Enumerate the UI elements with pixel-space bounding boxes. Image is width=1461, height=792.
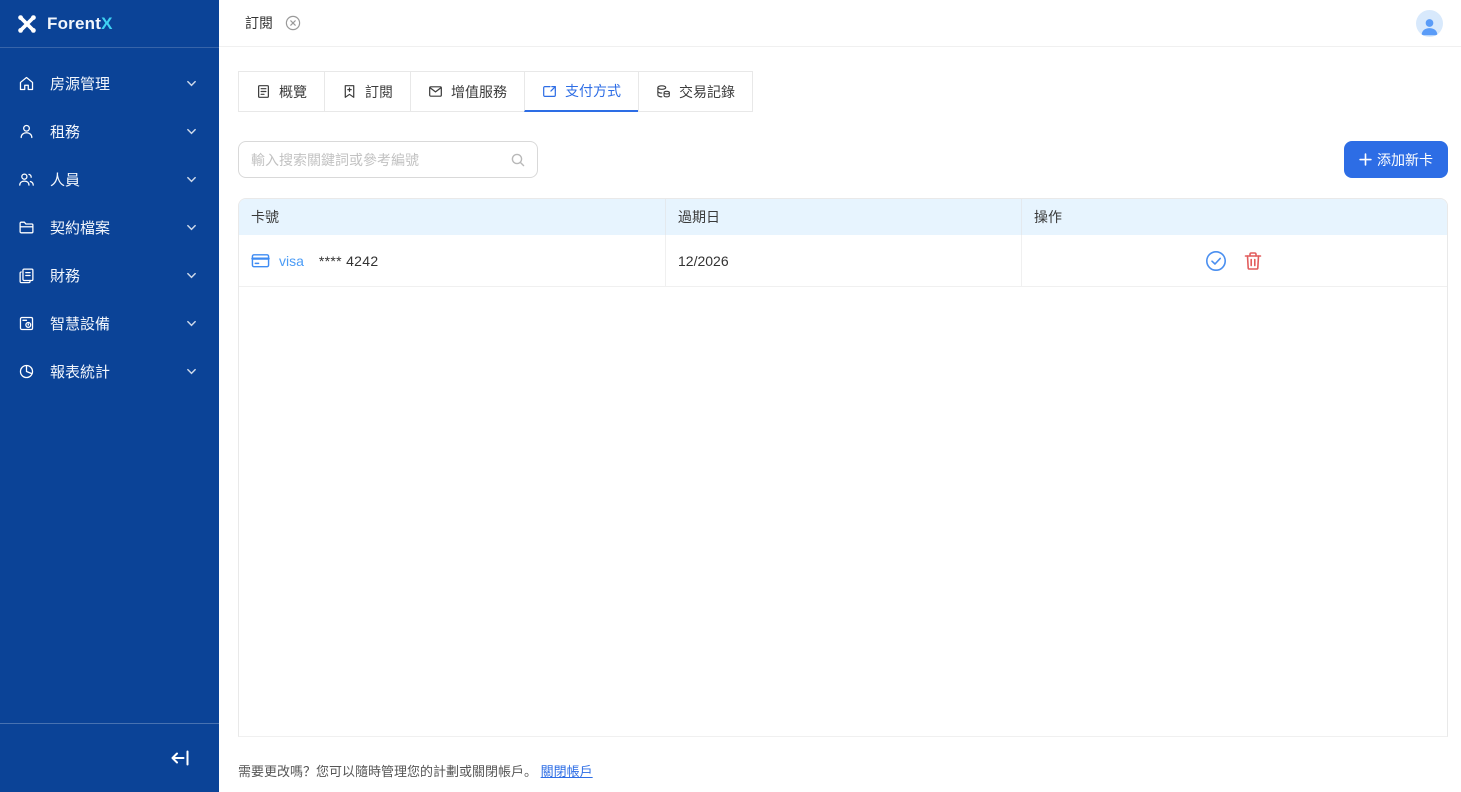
tab-transactions[interactable]: 交易記錄 — [638, 71, 753, 112]
sidebar-item-label: 人員 — [50, 169, 171, 190]
chevron-down-icon — [186, 270, 197, 281]
tab-value-added-services[interactable]: 增值服務 — [410, 71, 525, 112]
sidebar-item-people[interactable]: 人員 — [0, 155, 219, 203]
table-row: visa **** 4242 12/2026 — [239, 235, 1447, 287]
main-area: 訂閱 概覽 — [219, 0, 1461, 792]
card-send-icon — [542, 84, 557, 99]
chevron-down-icon — [186, 318, 197, 329]
set-default-card-button[interactable] — [1205, 250, 1227, 272]
plus-icon — [1359, 153, 1372, 166]
sidebar-item-label: 租務 — [50, 121, 171, 142]
payment-methods-table: 卡號 過期日 操作 visa **** 4242 12/2026 — [238, 198, 1448, 737]
card-actions-cell — [1022, 235, 1447, 286]
sidebar-footer — [0, 723, 219, 792]
topbar: 訂閱 — [219, 0, 1461, 47]
pie-chart-icon — [18, 363, 35, 380]
sidebar: ForentX 房源管理 租務 人員 — [0, 0, 219, 792]
chevron-down-icon — [186, 78, 197, 89]
add-card-button-label: 添加新卡 — [1377, 150, 1433, 170]
smart-device-icon — [18, 315, 35, 332]
delete-card-button[interactable] — [1242, 250, 1264, 272]
card-number-cell: visa **** 4242 — [239, 235, 666, 286]
brand-x-icon — [16, 13, 38, 35]
section-tabs: 概覽 訂閱 增值服務 — [238, 71, 1448, 112]
sidebar-item-label: 財務 — [50, 265, 171, 286]
open-document-tab[interactable]: 訂閱 — [245, 13, 301, 33]
sidebar-nav: 房源管理 租務 人員 契約檔案 — [0, 48, 219, 723]
collapse-sidebar-icon[interactable] — [171, 750, 191, 766]
card-masked-number: **** 4242 — [319, 253, 379, 269]
bookmark-plus-icon — [342, 84, 357, 99]
sidebar-item-finance[interactable]: 財務 — [0, 251, 219, 299]
trash-icon — [1242, 250, 1264, 272]
tab-label: 概覽 — [279, 82, 307, 102]
tab-overview[interactable]: 概覽 — [238, 71, 325, 112]
sidebar-item-contracts[interactable]: 契約檔案 — [0, 203, 219, 251]
credit-card-icon — [251, 251, 270, 270]
tab-payment-methods[interactable]: 支付方式 — [524, 71, 639, 112]
chevron-down-icon — [186, 174, 197, 185]
close-account-link[interactable]: 關閉帳戶 — [541, 764, 593, 779]
add-card-button[interactable]: 添加新卡 — [1344, 141, 1448, 178]
table-header: 卡號 過期日 操作 — [239, 199, 1447, 235]
sidebar-item-label: 契約檔案 — [50, 217, 171, 238]
sidebar-item-label: 智慧設備 — [50, 313, 171, 334]
sidebar-item-tenancy[interactable]: 租務 — [0, 107, 219, 155]
search-input[interactable] — [251, 152, 510, 168]
sidebar-item-properties[interactable]: 房源管理 — [0, 59, 219, 107]
column-header-card-number: 卡號 — [239, 199, 666, 235]
documents-icon — [18, 267, 35, 284]
brand-name: ForentX — [47, 14, 113, 34]
tab-label: 支付方式 — [565, 81, 621, 101]
column-header-actions: 操作 — [1022, 199, 1447, 235]
overview-icon — [256, 84, 271, 99]
close-tab-icon[interactable] — [285, 15, 301, 31]
sidebar-item-reports[interactable]: 報表統計 — [0, 347, 219, 395]
chevron-down-icon — [186, 126, 197, 137]
tab-label: 交易記錄 — [679, 82, 735, 102]
sidebar-item-label: 報表統計 — [50, 361, 171, 382]
column-header-expiry: 過期日 — [666, 199, 1022, 235]
coins-icon — [656, 84, 671, 99]
user-icon — [18, 123, 35, 140]
tab-label: 增值服務 — [451, 82, 507, 102]
sidebar-item-smart-devices[interactable]: 智慧設備 — [0, 299, 219, 347]
sidebar-item-label: 房源管理 — [50, 73, 171, 94]
home-icon — [18, 75, 35, 92]
tab-label: 訂閱 — [365, 82, 393, 102]
folder-icon — [18, 219, 35, 236]
account-footer-text: 需要更改嗎？您可以隨時管理您的計劃或關閉帳戶。 — [238, 764, 537, 779]
person-icon — [1419, 16, 1440, 37]
toolbar: 添加新卡 — [238, 141, 1448, 178]
mail-icon — [428, 84, 443, 99]
card-brand[interactable]: visa — [279, 253, 304, 269]
chevron-down-icon — [186, 222, 197, 233]
search-box — [238, 141, 538, 178]
user-avatar[interactable] — [1416, 10, 1443, 37]
chevron-down-icon — [186, 366, 197, 377]
open-document-tab-label: 訂閱 — [245, 13, 273, 33]
tab-subscription[interactable]: 訂閱 — [324, 71, 411, 112]
team-icon — [18, 171, 35, 188]
check-circle-icon — [1205, 250, 1227, 272]
content: 概覽 訂閱 增值服務 — [219, 47, 1461, 792]
account-footer: 需要更改嗎？您可以隨時管理您的計劃或關閉帳戶。 關閉帳戶 — [238, 761, 1448, 792]
search-icon[interactable] — [510, 152, 526, 168]
brand-logo: ForentX — [0, 0, 219, 48]
card-expiry-cell: 12/2026 — [666, 235, 1022, 286]
table-empty-space — [239, 287, 1447, 736]
